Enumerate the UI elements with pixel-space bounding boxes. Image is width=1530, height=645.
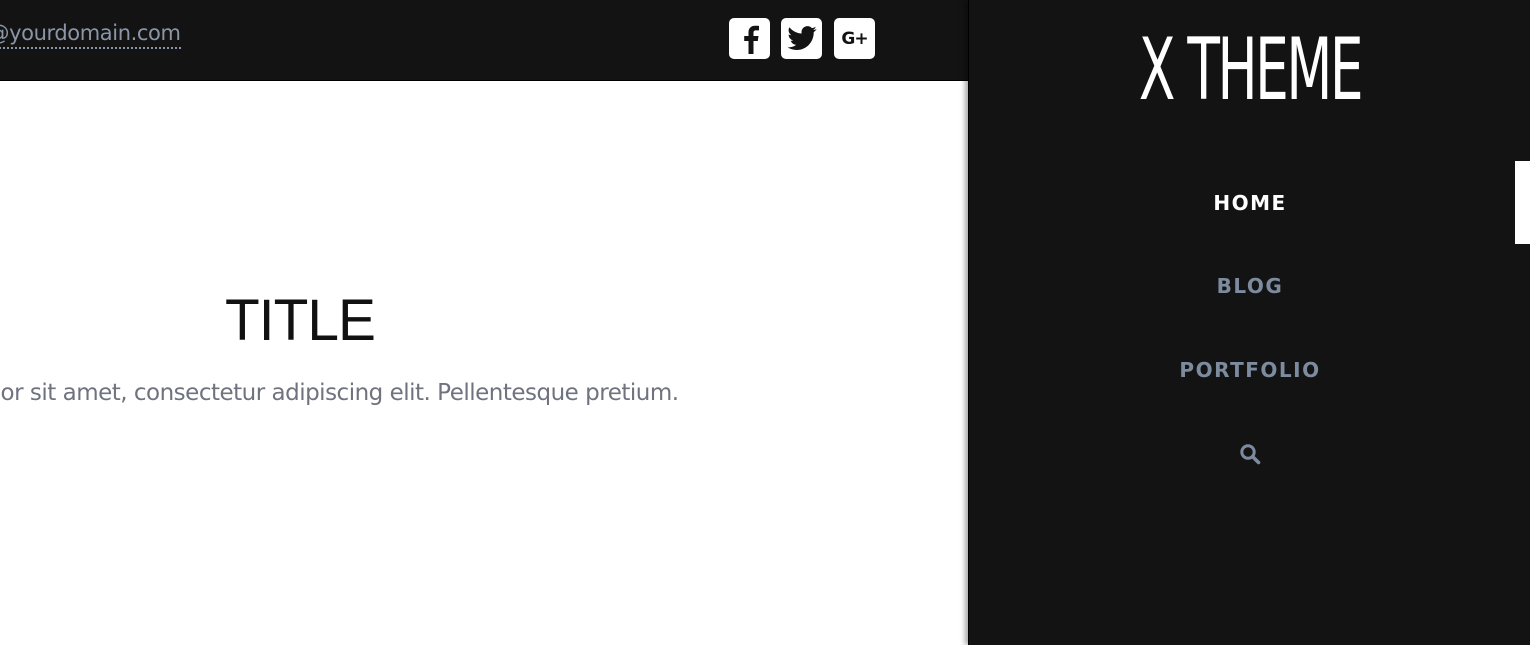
nav-item-portfolio[interactable]: PORTFOLIO xyxy=(969,328,1530,412)
active-nav-indicator xyxy=(1515,161,1530,244)
nav-item-label: BLOG xyxy=(1216,274,1284,298)
facebook-button[interactable] xyxy=(729,18,770,59)
page-subtitle: dolor sit amet, consectetur adipiscing e… xyxy=(0,380,679,406)
site-logo[interactable]: X THEME xyxy=(1076,22,1424,118)
main-content: TITLE dolor sit amet, consectetur adipis… xyxy=(0,82,968,645)
nav-item-home[interactable]: HOME xyxy=(969,161,1530,245)
nav-item-blog[interactable]: BLOG xyxy=(969,244,1530,328)
facebook-icon xyxy=(743,25,759,54)
twitter-button[interactable] xyxy=(781,18,822,59)
topbar: e@yourdomain.com G+ xyxy=(0,0,968,81)
nav-item-label: PORTFOLIO xyxy=(1179,358,1321,382)
nav-search-button[interactable] xyxy=(969,412,1530,496)
email-link[interactable]: e@yourdomain.com xyxy=(0,19,181,49)
search-icon xyxy=(1240,444,1261,465)
google-plus-icon: G+ xyxy=(841,28,868,49)
twitter-icon xyxy=(786,25,817,50)
page-root: e@yourdomain.com G+ TITLE dolor sit amet… xyxy=(0,0,1530,645)
nav-item-label: HOME xyxy=(1213,191,1287,215)
page-title: TITLE xyxy=(225,288,376,353)
sidebar: X THEME HOME BLOG PORTFOLIO xyxy=(968,0,1530,645)
google-plus-button[interactable]: G+ xyxy=(834,18,875,59)
